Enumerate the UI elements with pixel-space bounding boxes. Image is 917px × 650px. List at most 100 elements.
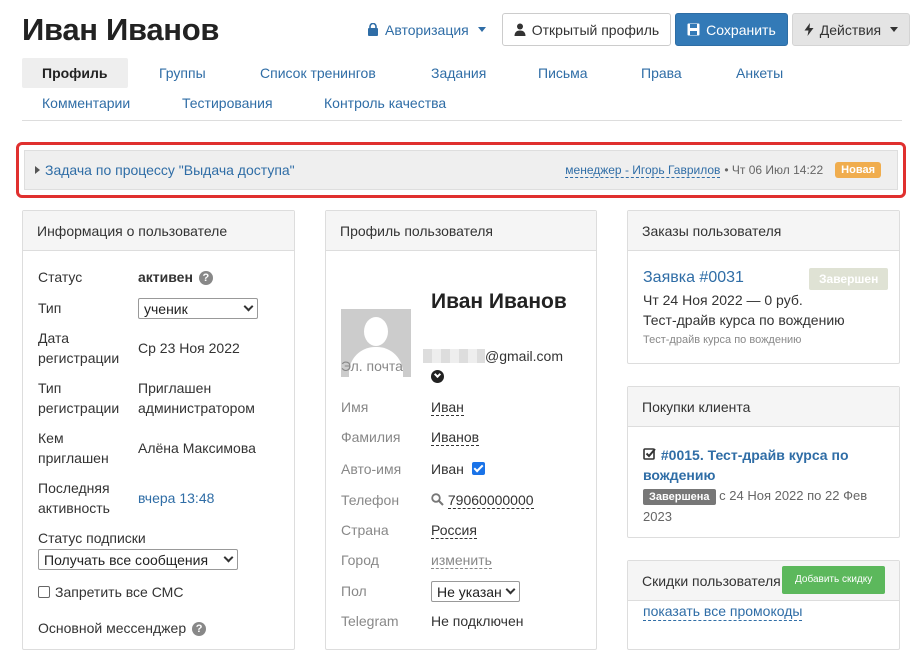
bolt-icon	[804, 23, 814, 36]
firstname-text: Иван	[431, 399, 464, 416]
lastname-text: Иванов	[431, 429, 480, 446]
activity-label-2: активность	[38, 500, 110, 516]
user-icon	[514, 23, 526, 36]
order-date: Чт 24 Ноя 2022 — 0 руб.	[643, 292, 803, 308]
country-value[interactable]: Россия	[431, 522, 477, 539]
purchase-period-2: 2023	[643, 509, 672, 524]
regdate-label: Дата регистрации	[38, 328, 119, 368]
type-label: Тип	[38, 300, 62, 316]
tab-groups[interactable]: Группы	[139, 58, 226, 88]
user-info-heading: Информация о пользователе	[23, 211, 294, 251]
regtype-value: Приглашен администратором	[138, 378, 255, 418]
status-value: активен	[138, 269, 193, 285]
chevron-down-icon	[223, 552, 234, 563]
activity-label: Последняя активность	[38, 478, 110, 518]
purchase-title-2: вождению	[643, 467, 716, 483]
sms-label: Запретить все СМС	[55, 584, 184, 600]
search-icon[interactable]	[431, 493, 444, 506]
open-profile-button[interactable]: Открытый профиль	[501, 13, 672, 46]
add-discount-button[interactable]: Добавить скидку	[782, 566, 886, 594]
actions-dropdown[interactable]: Действия	[791, 13, 911, 46]
subscription-label: Статус подписки	[38, 530, 146, 546]
order-link[interactable]: Заявка #0031	[643, 269, 744, 287]
tab-profile[interactable]: Профиль	[22, 58, 128, 88]
regtype-label-2: регистрации	[38, 400, 120, 416]
profile-name: Иван Иванов	[431, 290, 567, 313]
telegram-value: Не подключен	[431, 613, 524, 629]
task-bar[interactable]: Задача по процессу "Выдача доступа" мене…	[24, 150, 898, 190]
chevron-down-icon	[477, 27, 486, 32]
city-label: Город	[341, 552, 379, 568]
lock-icon	[368, 23, 378, 36]
regdate-label-1: Дата	[38, 330, 70, 346]
type-select[interactable]: ученик	[138, 298, 258, 319]
purchase-title-1: #0015. Тест-драйв курса по	[660, 447, 849, 463]
country-label: Страна	[341, 522, 389, 538]
regdate-label-2: регистрации	[38, 350, 120, 366]
subscription-select-value: Получать все сообщения	[44, 551, 209, 568]
autoname-checkbox[interactable]	[471, 462, 485, 475]
phone-value[interactable]: 79060000000	[431, 492, 534, 509]
chevron-down-icon	[505, 584, 516, 595]
tab-quality[interactable]: Контроль качества	[304, 88, 466, 118]
profile-panel: Профиль пользователя Иван Иванов Эл. поч…	[325, 210, 597, 650]
regtype-value-2: администратором	[138, 400, 255, 416]
country-text: Россия	[431, 522, 477, 539]
tab-tests[interactable]: Тестирования	[162, 88, 293, 118]
status-badge: Завершена	[643, 489, 716, 505]
regtype-value-1: Приглашен	[138, 380, 212, 396]
task-manager[interactable]: менеджер - Игорь Гаврилов	[565, 163, 721, 178]
phone-label: Телефон	[341, 492, 400, 508]
purchase-period-1: с 24 Ноя 2022 по 22 Фев	[719, 488, 868, 503]
chevron-down-icon	[890, 27, 899, 32]
save-label: Сохранить	[706, 21, 776, 38]
city-text: изменить	[431, 552, 492, 569]
orders-panel: Заказы пользователя Заявка #0031 Заверше…	[627, 210, 900, 364]
autoname-text: Иван	[431, 461, 464, 477]
invited-label: Кем приглашен	[38, 428, 109, 468]
help-icon[interactable]: ?	[198, 271, 213, 285]
purchase-link[interactable]: #0015. Тест-драйв курса по вождению	[643, 445, 849, 485]
status-badge: Новая	[835, 162, 881, 178]
tab-trainings[interactable]: Список тренингов	[240, 58, 396, 88]
activity-value[interactable]: вчера 13:48	[138, 488, 214, 508]
city-value[interactable]: изменить	[431, 552, 492, 569]
gender-select[interactable]: Не указан	[431, 581, 520, 602]
regdate-value: Ср 23 Ноя 2022	[138, 340, 240, 356]
auth-label: Авторизация	[385, 21, 469, 38]
tab-rights[interactable]: Права	[621, 58, 702, 88]
autoname-value: Иван	[431, 461, 485, 477]
show-promocodes-link[interactable]: показать все промокоды	[643, 603, 803, 621]
meta-separator: •	[724, 163, 732, 177]
lastname-label: Фамилия	[341, 429, 401, 445]
sms-checkbox[interactable]	[38, 586, 50, 598]
lastname-value[interactable]: Иванов	[431, 429, 480, 446]
email-suffix: @gmail.com	[485, 348, 564, 364]
tab-letters[interactable]: Письма	[518, 58, 608, 88]
purchase-period: Завершена с 24 Ноя 2022 по 22 Фев 2023	[643, 486, 867, 527]
caret-right-icon	[35, 166, 40, 174]
type-select-value: ученик	[144, 300, 188, 317]
auth-dropdown[interactable]: Авторизация	[367, 22, 486, 38]
sms-checkbox-row[interactable]: Запретить все СМС	[38, 582, 183, 602]
chevron-circle-down-icon[interactable]	[431, 370, 444, 383]
discounts-panel: Скидки пользователя Добавить скидку пока…	[627, 560, 900, 650]
task-meta: менеджер - Игорь Гаврилов • Чт 06 Июл 14…	[565, 162, 881, 178]
task-highlight: Задача по процессу "Выдача доступа" мене…	[16, 142, 906, 198]
masked-email	[423, 349, 485, 363]
help-icon[interactable]: ?	[192, 622, 207, 636]
header-actions: Авторизация Открытый профиль Сохранить Д…	[367, 13, 914, 46]
invited-label-2: приглашен	[38, 450, 109, 466]
orders-heading: Заказы пользователя	[628, 211, 899, 251]
firstname-value[interactable]: Иван	[431, 399, 464, 416]
task-title[interactable]: Задача по процессу "Выдача доступа"	[45, 162, 295, 178]
actions-label: Действия	[819, 21, 882, 38]
tab-comments[interactable]: Комментарии	[22, 88, 150, 118]
invited-label-1: Кем	[38, 430, 64, 446]
order-course-note: Тест-драйв курса по вождению	[643, 334, 802, 346]
autoname-label: Авто-имя	[341, 461, 402, 477]
tab-surveys[interactable]: Анкеты	[716, 58, 803, 88]
save-button[interactable]: Сохранить	[675, 13, 788, 46]
tab-tasks[interactable]: Задания	[411, 58, 506, 88]
subscription-select[interactable]: Получать все сообщения	[38, 549, 238, 570]
